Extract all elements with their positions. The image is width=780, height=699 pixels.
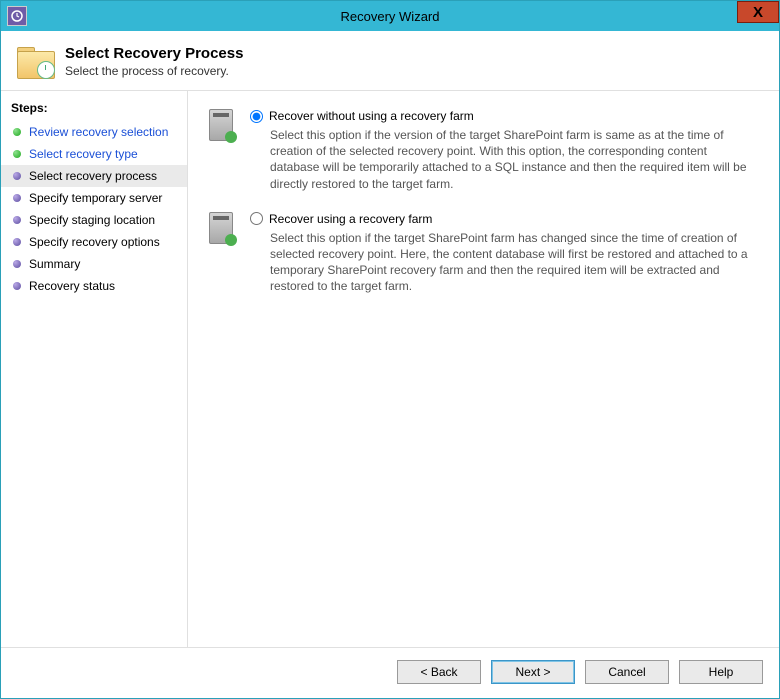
step-specify-recovery-options: Specify recovery options <box>1 231 187 253</box>
radio-recover-without-farm[interactable]: Recover without using a recovery farm <box>250 109 757 123</box>
step-review-recovery-selection[interactable]: Review recovery selection <box>1 121 187 143</box>
window-title: Recovery Wizard <box>1 9 779 24</box>
wizard-content: Recover without using a recovery farm Se… <box>188 91 779 647</box>
step-current-icon <box>13 172 21 180</box>
page-header: Select Recovery Process Select the proce… <box>1 31 779 90</box>
server-icon <box>206 109 236 192</box>
step-label: Review recovery selection <box>29 125 168 139</box>
step-label: Summary <box>29 257 80 271</box>
recovery-folder-icon <box>17 47 53 77</box>
step-label: Select recovery process <box>29 169 157 183</box>
page-title: Select Recovery Process <box>65 45 243 62</box>
titlebar: Recovery Wizard X <box>1 1 779 31</box>
step-label: Select recovery type <box>29 147 138 161</box>
step-specify-staging-location: Specify staging location <box>1 209 187 231</box>
option-description: Select this option if the version of the… <box>250 127 757 192</box>
app-icon <box>7 6 27 26</box>
server-icon <box>206 212 236 295</box>
close-icon: X <box>753 4 763 21</box>
step-done-icon <box>13 128 21 136</box>
step-upcoming-icon <box>13 260 21 268</box>
close-button[interactable]: X <box>737 1 779 23</box>
cancel-button[interactable]: Cancel <box>585 660 669 684</box>
steps-title: Steps: <box>1 99 187 121</box>
wizard-body: Steps: Review recovery selection Select … <box>1 90 779 647</box>
recovery-wizard-window: Recovery Wizard X Select Recovery Proces… <box>0 0 780 699</box>
step-select-recovery-process[interactable]: Select recovery process <box>1 165 187 187</box>
radio-recover-using-farm[interactable]: Recover using a recovery farm <box>250 212 757 226</box>
step-label: Specify temporary server <box>29 191 162 205</box>
radio-label: Recover using a recovery farm <box>269 212 432 226</box>
step-select-recovery-type[interactable]: Select recovery type <box>1 143 187 165</box>
steps-sidebar: Steps: Review recovery selection Select … <box>1 91 188 647</box>
step-upcoming-icon <box>13 282 21 290</box>
wizard-footer: < Back Next > Cancel Help <box>1 647 779 698</box>
step-specify-temporary-server: Specify temporary server <box>1 187 187 209</box>
step-upcoming-icon <box>13 216 21 224</box>
radio-label: Recover without using a recovery farm <box>269 109 474 123</box>
step-summary: Summary <box>1 253 187 275</box>
page-subtitle: Select the process of recovery. <box>65 64 243 78</box>
page-header-text: Select Recovery Process Select the proce… <box>65 45 243 78</box>
step-upcoming-icon <box>13 238 21 246</box>
back-button[interactable]: < Back <box>397 660 481 684</box>
next-button[interactable]: Next > <box>491 660 575 684</box>
help-button[interactable]: Help <box>679 660 763 684</box>
step-upcoming-icon <box>13 194 21 202</box>
step-recovery-status: Recovery status <box>1 275 187 297</box>
step-done-icon <box>13 150 21 158</box>
option-recover-without-farm: Recover without using a recovery farm Se… <box>206 109 757 192</box>
radio-recover-without-farm-input[interactable] <box>250 110 263 123</box>
radio-recover-using-farm-input[interactable] <box>250 212 263 225</box>
step-label: Specify staging location <box>29 213 155 227</box>
step-label: Recovery status <box>29 279 115 293</box>
step-label: Specify recovery options <box>29 235 160 249</box>
option-description: Select this option if the target SharePo… <box>250 230 757 295</box>
option-recover-using-farm: Recover using a recovery farm Select thi… <box>206 212 757 295</box>
